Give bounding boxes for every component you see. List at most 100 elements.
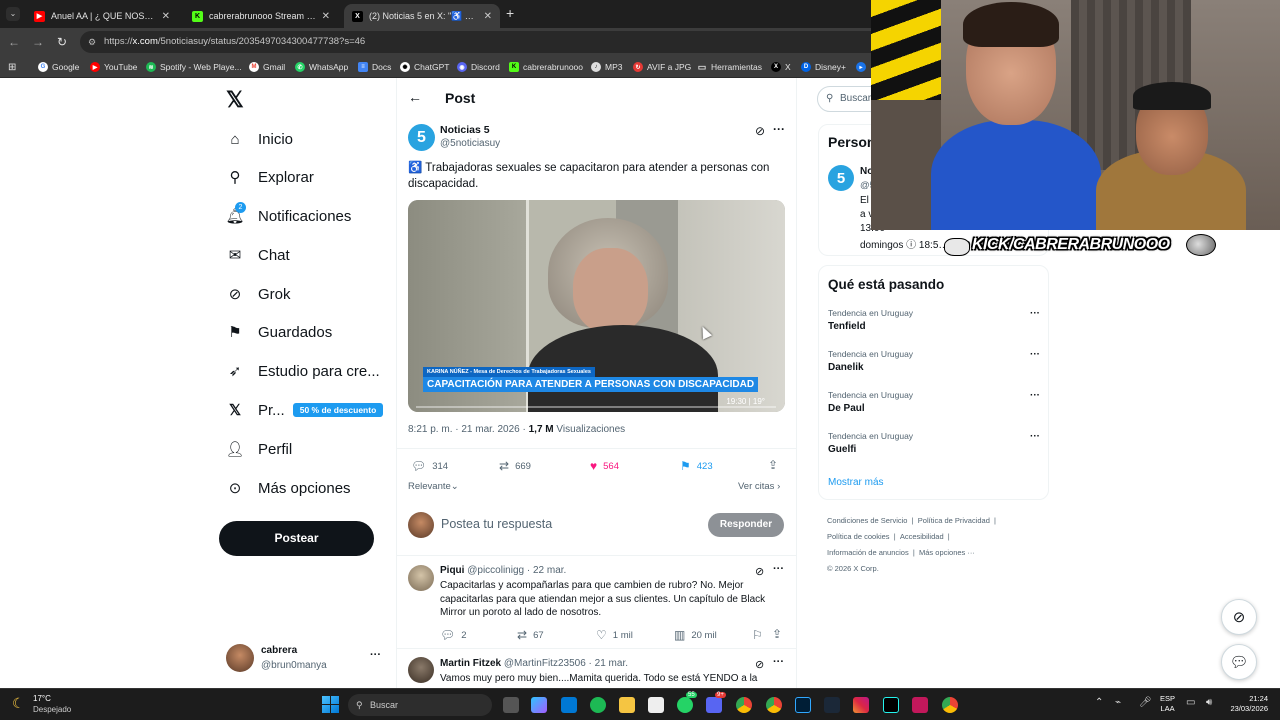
reply-reply-button[interactable]: 💬︎ 2 bbox=[440, 628, 467, 642]
bookmark-button[interactable]: ⚑ 423 bbox=[680, 459, 713, 473]
view-quotes-link[interactable]: Ver citas › bbox=[738, 481, 780, 492]
nav-grok[interactable]: ⊘ Grok bbox=[226, 279, 291, 309]
bookmark-youtube[interactable]: ▶ YouTube bbox=[90, 60, 137, 74]
document-icon[interactable] bbox=[648, 697, 664, 713]
post-more-icon[interactable]: ··· bbox=[773, 122, 785, 136]
chrome-icon[interactable] bbox=[736, 697, 752, 713]
photoshop-icon[interactable] bbox=[795, 697, 811, 713]
reply-item[interactable]: Martin Fitzek @MartinFitz23506 · 21 mar.… bbox=[397, 650, 796, 688]
whatsapp-icon[interactable]: 55 bbox=[677, 692, 697, 713]
bookmark-spotify[interactable]: ≋ Spotify - Web Playe... bbox=[146, 60, 242, 74]
reply-input[interactable]: Postea tu respuesta bbox=[441, 517, 552, 531]
reply-avatar[interactable] bbox=[408, 657, 434, 683]
trend-item[interactable]: Tendencia en Uruguay Danelik ··· bbox=[828, 349, 1040, 373]
trend-more-icon[interactable]: ··· bbox=[1030, 431, 1040, 442]
bookmark-mp3[interactable]: ♪ MP3 bbox=[591, 60, 622, 74]
close-tab-icon[interactable]: ✕ bbox=[484, 11, 492, 22]
like-button[interactable]: ♥ 564 bbox=[590, 459, 619, 473]
video-progress-bar[interactable] bbox=[416, 406, 776, 408]
trend-item[interactable]: Tendencia en Uruguay Guelfi ··· bbox=[828, 431, 1040, 455]
bookmark-docs[interactable]: ≡ Docs bbox=[358, 60, 391, 74]
close-tab-icon[interactable]: ✕ bbox=[162, 11, 170, 22]
bookmark-herramientas[interactable]: ▭ Herramientas bbox=[697, 60, 762, 74]
copilot-icon[interactable] bbox=[531, 697, 547, 713]
close-tab-icon[interactable]: ✕ bbox=[322, 11, 330, 22]
show-more-link[interactable]: Mostrar más bbox=[828, 477, 884, 488]
back-arrow-icon[interactable]: ← bbox=[408, 89, 422, 105]
post-author-name[interactable]: Noticias 5 bbox=[440, 124, 490, 136]
bookmark-whatsapp[interactable]: ✆ WhatsApp bbox=[295, 60, 348, 74]
spotify-icon[interactable] bbox=[590, 697, 606, 713]
related-avatar[interactable]: 5 bbox=[828, 165, 854, 191]
grok-explain-icon[interactable]: ⊘ bbox=[755, 565, 764, 578]
sort-dropdown[interactable]: Relevante⌄ bbox=[408, 481, 459, 492]
reply-more-icon[interactable]: ··· bbox=[773, 656, 784, 668]
clock[interactable]: 21:24 23/03/2026 bbox=[1226, 694, 1268, 714]
steam-icon[interactable] bbox=[824, 697, 840, 713]
nav-explore[interactable]: ⚲ Explorar bbox=[226, 162, 314, 192]
account-switcher[interactable]: cabrera @brun0manya ··· bbox=[226, 643, 386, 675]
reply-item[interactable]: Piqui @piccolinigg · 22 mar. ⊘ ··· Capac… bbox=[397, 557, 796, 649]
instagram-icon[interactable] bbox=[853, 697, 869, 713]
forward-icon[interactable]: → bbox=[30, 34, 46, 50]
start-button[interactable] bbox=[322, 696, 339, 713]
folder-icon[interactable] bbox=[619, 697, 635, 713]
bookmark-discord[interactable]: ◉ Discord bbox=[457, 60, 500, 74]
post-button[interactable]: Postear bbox=[219, 521, 374, 556]
nav-premium[interactable]: 𝕏 Pr... bbox=[226, 395, 285, 425]
bookmark-extra[interactable]: ▸ bbox=[856, 60, 870, 74]
address-bar[interactable]: ⚙ https://x.com/5noticiasuy/status/20354… bbox=[80, 31, 900, 53]
weather-widget[interactable]: ☾ 17°C Despejado bbox=[10, 693, 90, 717]
chrome-profile-icon[interactable] bbox=[766, 697, 782, 713]
grok-explain-icon[interactable]: ⊘ bbox=[755, 124, 765, 138]
back-icon[interactable]: ← bbox=[6, 34, 22, 50]
premium-discount-badge[interactable]: 50 % de descuento bbox=[293, 403, 383, 417]
trend-more-icon[interactable]: ··· bbox=[1030, 390, 1040, 401]
nav-bookmarks[interactable]: ⚑ Guardados bbox=[226, 317, 332, 347]
chat-floating-button[interactable]: 💬︎ bbox=[1221, 644, 1257, 680]
reply-button[interactable]: 💬︎ 314 bbox=[411, 459, 448, 473]
reply-submit-button[interactable]: Responder bbox=[708, 513, 784, 537]
reply-views[interactable]: ▥ 20 mil bbox=[674, 628, 717, 642]
app-icon[interactable] bbox=[912, 697, 928, 713]
apps-icon[interactable]: ⊞ bbox=[8, 60, 16, 74]
share-button[interactable]: ⇪ bbox=[768, 458, 784, 472]
browser-tab-youtube[interactable]: ▶ Anuel AA | ¿ QUE NOS PASO ? - ✕ bbox=[26, 4, 178, 28]
reload-icon[interactable]: ↻ bbox=[54, 34, 70, 50]
tray-volume-icon[interactable]: 🔊︎ bbox=[1206, 697, 1212, 708]
trend-more-icon[interactable]: ··· bbox=[1030, 308, 1040, 319]
file-explorer-icon[interactable] bbox=[561, 697, 577, 713]
x-logo-icon[interactable]: 𝕏 bbox=[226, 87, 244, 113]
bookmark-x[interactable]: XX bbox=[771, 60, 791, 74]
language-indicator[interactable]: ESP LAA bbox=[1160, 694, 1175, 714]
new-tab-button[interactable]: + bbox=[506, 5, 514, 21]
bookmark-kick[interactable]: Kcabrerabrunooo bbox=[509, 60, 583, 74]
reply-share-button[interactable]: ⇪ bbox=[772, 627, 788, 641]
tab-search-button[interactable]: ⌄ bbox=[6, 7, 20, 21]
repost-button[interactable]: ⇄ 669 bbox=[499, 459, 531, 473]
trend-item[interactable]: Tendencia en Uruguay De Paul ··· bbox=[828, 390, 1040, 414]
chrome-alt-icon[interactable] bbox=[942, 697, 958, 713]
nav-more[interactable]: ⊙ Más opciones bbox=[226, 473, 351, 503]
bookmark-avif[interactable]: ↻ AVIF a JPG bbox=[633, 60, 691, 74]
grok-floating-button[interactable]: ⊘ bbox=[1221, 599, 1257, 635]
grok-explain-icon[interactable]: ⊘ bbox=[755, 658, 764, 671]
taskbar-search[interactable]: ⚲ Buscar bbox=[348, 694, 492, 716]
bookmark-google[interactable]: G Google bbox=[38, 60, 79, 74]
reply-avatar[interactable] bbox=[408, 565, 434, 591]
tray-chevron-icon[interactable]: ⌃ bbox=[1095, 697, 1103, 708]
nav-profile[interactable]: 👤︎ Perfil bbox=[225, 434, 292, 464]
post-video[interactable]: KARINA NÚÑEZ - Mesa de Derechos de Traba… bbox=[408, 200, 785, 412]
bookmark-gmail[interactable]: M Gmail bbox=[249, 60, 285, 74]
tray-wifi-icon[interactable]: ▭ bbox=[1186, 697, 1195, 708]
account-more-icon[interactable]: ··· bbox=[370, 649, 381, 661]
bookmark-disney[interactable]: D Disney+ bbox=[801, 60, 846, 74]
tray-network-icon[interactable]: ⌁ bbox=[1115, 697, 1121, 708]
author-avatar[interactable]: 5 bbox=[408, 124, 435, 151]
nav-home[interactable]: ⌂ Inicio bbox=[226, 124, 293, 154]
browser-tab-x-active[interactable]: X (2) Noticias 5 en X: "♿ Tra ✕ bbox=[344, 4, 500, 28]
discord-icon[interactable]: 9+ bbox=[706, 692, 726, 713]
tiktok-icon[interactable] bbox=[883, 697, 899, 713]
reply-bookmark-button[interactable]: ⚐ bbox=[752, 628, 769, 642]
nav-creator-studio[interactable]: ➶ Estudio para cre... bbox=[226, 356, 380, 386]
